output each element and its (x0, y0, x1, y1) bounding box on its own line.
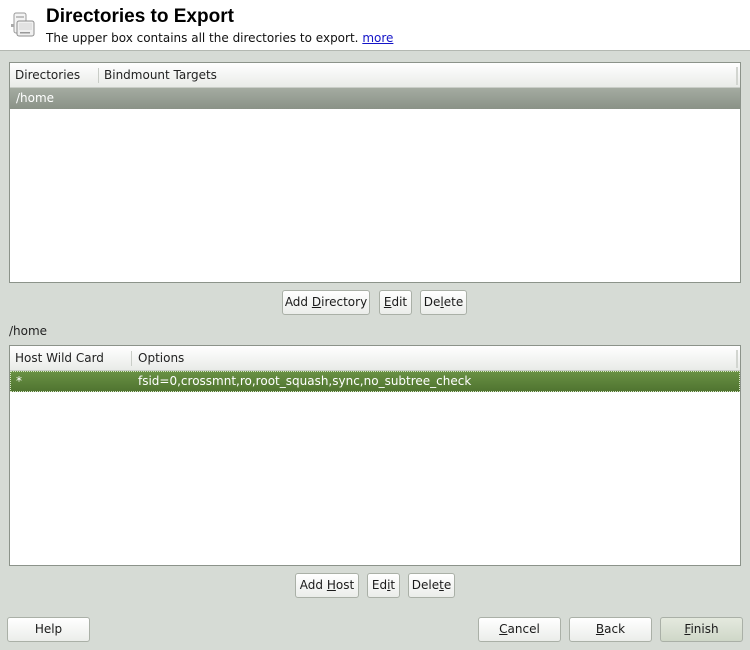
dialog-header: Directories to Export The upper box cont… (0, 0, 750, 51)
more-link[interactable]: more (362, 31, 393, 45)
label-part: irectory (321, 295, 368, 309)
back-button[interactable]: Back (569, 617, 652, 642)
label-part: e (443, 578, 452, 592)
header-grip (736, 350, 738, 368)
mnemonic: H (326, 578, 336, 592)
options-cell: fsid=0,crossmnt,ro,root_squash,sync,no_s… (138, 374, 472, 388)
edit-host-button[interactable]: Edit (367, 573, 400, 598)
label-part: Add (299, 578, 327, 592)
mnemonic: B (595, 622, 605, 636)
label-part: Add (284, 295, 312, 309)
page-subtitle: The upper box contains all the directori… (46, 31, 393, 45)
selected-directory-label: /home (9, 324, 48, 338)
label-part: ack (604, 622, 626, 636)
directory-cell: /home (16, 91, 55, 105)
directories-table[interactable]: Directories Bindmount Targets /home (9, 62, 741, 283)
label-part: Dele (411, 578, 440, 592)
edit-directory-button[interactable]: Edit (379, 290, 412, 315)
label-part: inish (690, 622, 719, 636)
column-header-directories[interactable]: Directories (10, 63, 80, 88)
column-header-host-wild-card[interactable]: Host Wild Card (10, 346, 104, 371)
mnemonic: C (499, 622, 508, 636)
header-grip (736, 67, 738, 85)
directories-table-header: Directories Bindmount Targets (10, 63, 740, 88)
delete-host-button[interactable]: Delete (408, 573, 455, 598)
nfs-server-icon (11, 12, 35, 37)
hosts-table[interactable]: Host Wild Card Options * fsid=0,crossmnt… (9, 345, 741, 566)
delete-directory-button[interactable]: Delete (420, 290, 467, 315)
label-part: ancel (507, 622, 540, 636)
host-cell: * (16, 374, 22, 388)
cancel-button[interactable]: Cancel (478, 617, 561, 642)
hosts-table-header: Host Wild Card Options (10, 346, 740, 371)
add-host-button[interactable]: Add Host (295, 573, 359, 598)
label-part: Ed (371, 578, 388, 592)
mnemonic: D (311, 295, 322, 309)
table-row[interactable]: /home (10, 88, 740, 109)
finish-button[interactable]: Finish (660, 617, 743, 642)
label-part: dit (391, 295, 408, 309)
label-part: ete (443, 295, 464, 309)
table-row[interactable]: * fsid=0,crossmnt,ro,root_squash,sync,no… (10, 371, 740, 392)
column-header-options[interactable]: Options (133, 346, 184, 371)
subtitle-text: The upper box contains all the directori… (46, 31, 359, 45)
help-button[interactable]: Help (7, 617, 90, 642)
label-part: ost (335, 578, 355, 592)
column-header-bindmount-targets[interactable]: Bindmount Targets (99, 63, 217, 88)
column-separator (131, 351, 132, 366)
add-directory-button[interactable]: Add Directory (282, 290, 370, 315)
page-title: Directories to Export (46, 6, 234, 27)
label-part: De (423, 295, 441, 309)
label-part: t (390, 578, 396, 592)
